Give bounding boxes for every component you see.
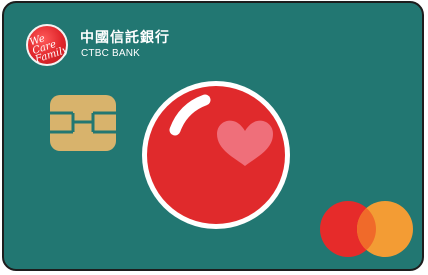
we-care-family-logo-icon: We Care Family — [26, 24, 70, 66]
bank-name: 中國信託銀行 — [80, 30, 170, 46]
bank-name-english: CTBC BANK — [81, 48, 141, 59]
emv-chip-icon — [50, 95, 116, 151]
credit-card: We Care Family 中國信託銀行 CTBC BANK — [2, 1, 424, 271]
mastercard-logo-icon — [320, 201, 413, 257]
logo-text: We Care Family — [28, 33, 70, 66]
red-ball-heart-icon — [142, 81, 290, 229]
